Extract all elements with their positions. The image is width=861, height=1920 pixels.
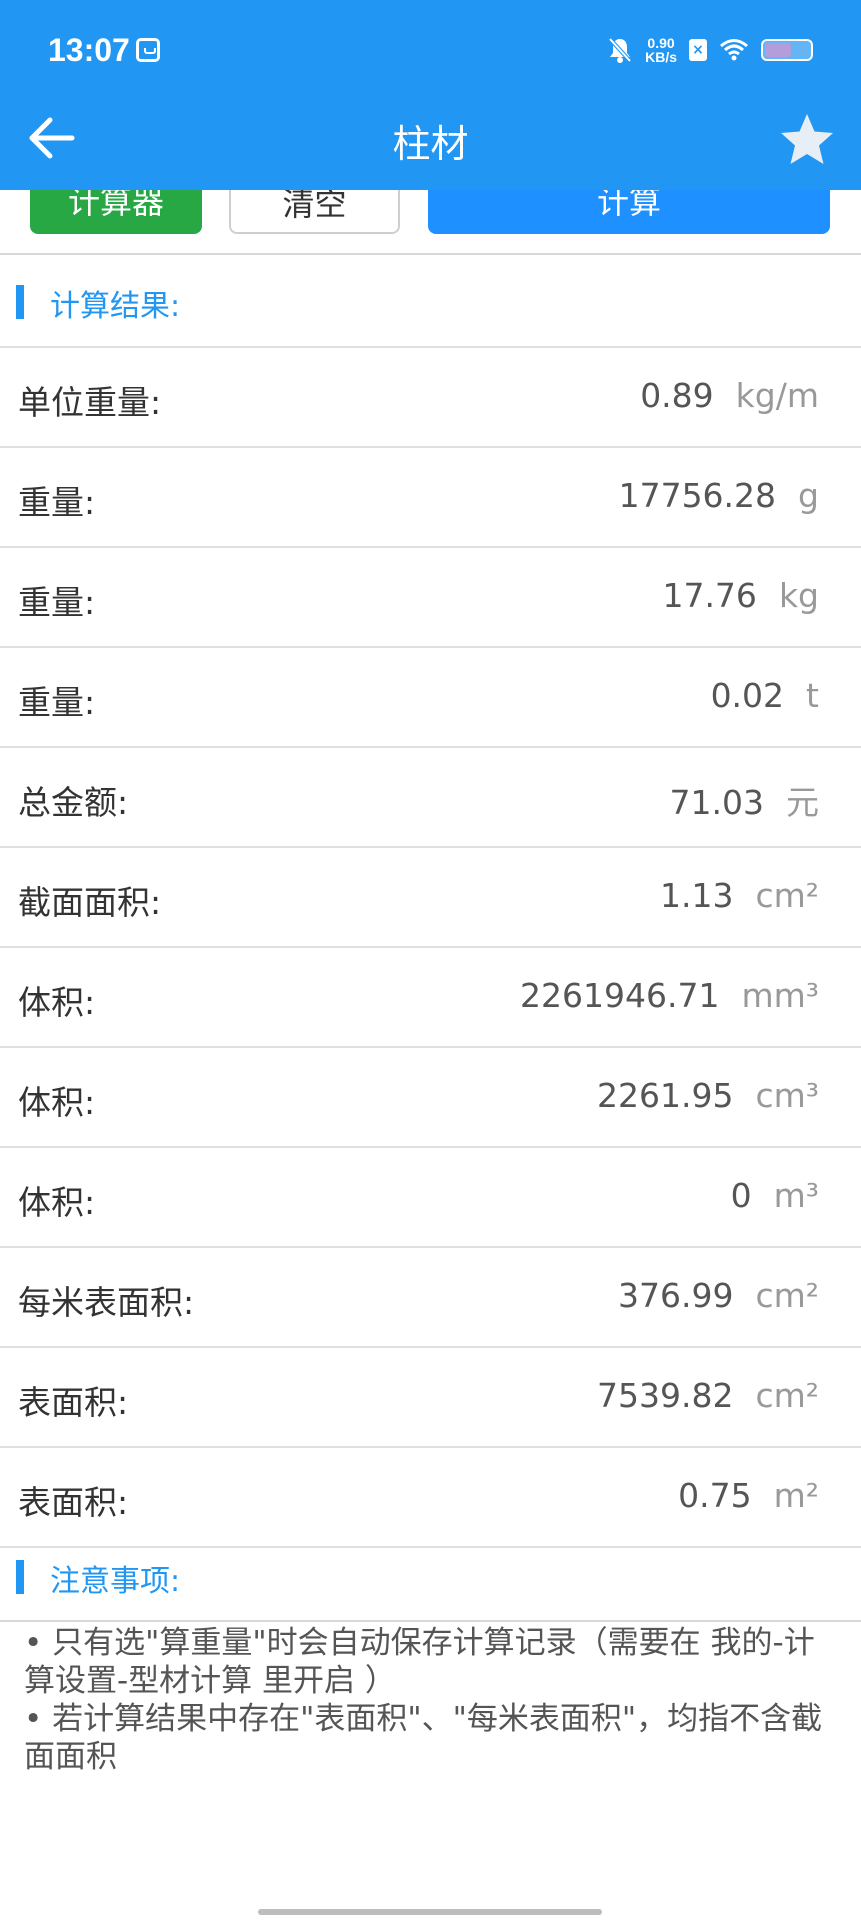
notes-header: 注意事项:: [0, 1530, 861, 1620]
note-item: • 若计算结果中存在"表面积"、"每米表面积"，均指不含截面面积: [24, 1701, 823, 1775]
result-value: 0.75: [678, 1476, 752, 1515]
result-value-group: 0.75 m²: [678, 1476, 819, 1515]
result-label: 表面积:: [18, 1383, 129, 1422]
net-speed-unit: KB/s: [645, 49, 677, 65]
result-label: 重量:: [18, 483, 96, 522]
divider: [0, 1620, 861, 1622]
result-row: 体积: 2261946.71 mm³: [0, 946, 861, 1046]
result-row: 单位重量: 0.89 kg/m: [0, 346, 861, 446]
result-unit: g: [798, 476, 819, 515]
home-indicator[interactable]: [258, 1909, 602, 1915]
battery-icon: [761, 39, 813, 61]
status-icons: 0.90 KB/s ×: [607, 30, 813, 70]
wifi-icon: [720, 39, 748, 61]
result-row: 体积: 2261.95 cm³: [0, 1046, 861, 1146]
result-value: 0.02: [710, 676, 785, 715]
result-value-group: 0.02 t: [711, 676, 819, 715]
net-speed: 0.90 KB/s: [645, 36, 677, 64]
net-speed-value: 0.90: [647, 35, 675, 51]
result-value-group: 376.99 cm²: [618, 1276, 819, 1315]
result-value: 7539.82: [597, 1376, 734, 1415]
section-marker: [16, 1560, 24, 1594]
result-label: 体积:: [18, 1183, 96, 1222]
result-row: 表面积: 7539.82 cm²: [0, 1346, 861, 1446]
result-label: 体积:: [18, 983, 96, 1022]
notification-app-icon: [136, 38, 160, 62]
result-value: 71.03: [669, 783, 764, 822]
star-icon[interactable]: [777, 110, 837, 170]
result-value-group: 7539.82 cm²: [597, 1376, 819, 1415]
battery-fill: [765, 43, 791, 57]
result-unit: m³: [773, 1176, 819, 1215]
result-unit: cm³: [755, 1076, 819, 1115]
result-value-group: 2261946.71 mm³: [520, 976, 819, 1015]
result-unit: cm²: [755, 876, 819, 915]
result-row: 重量: 17.76 kg: [0, 546, 861, 646]
sim-icon: ×: [689, 39, 707, 61]
notes-title: 注意事项:: [50, 1564, 181, 1599]
result-label: 截面面积:: [18, 883, 162, 922]
result-value: 2261.95: [597, 1076, 734, 1115]
result-value-group: 0.89 kg/m: [640, 376, 819, 415]
status-time: 13:07: [48, 32, 130, 68]
results-title: 计算结果:: [50, 289, 181, 324]
result-label: 总金额:: [18, 783, 129, 822]
result-unit: kg/m: [735, 376, 819, 415]
note-item: • 只有选"算重量"时会自动保存计算记录（需要在 我的-计算设置-型材计算 里开…: [24, 1625, 815, 1699]
result-value: 17756.28: [618, 476, 777, 515]
result-row: 总金额: 71.03 元: [0, 746, 861, 846]
result-unit: cm²: [755, 1376, 819, 1415]
result-value: 376.99: [618, 1276, 734, 1315]
page-title: 柱材: [392, 122, 469, 166]
result-row: 每米表面积: 376.99 cm²: [0, 1246, 861, 1346]
result-row: 截面面积: 1.13 cm²: [0, 846, 861, 946]
result-row: 体积: 0 m³: [0, 1146, 861, 1246]
result-row: 重量: 0.02 t: [0, 646, 861, 746]
result-value-group: 17756.28 g: [619, 476, 819, 515]
result-label: 体积:: [18, 1083, 96, 1122]
result-unit: m²: [773, 1476, 819, 1515]
result-unit: 元: [786, 783, 819, 822]
result-value: 2261946.71: [520, 976, 720, 1015]
app-bar: 13:07 0.90 KB/s × 柱材: [0, 0, 861, 190]
result-label: 重量:: [18, 683, 96, 722]
result-unit: t: [806, 676, 819, 715]
section-marker: [16, 285, 24, 319]
result-unit: cm²: [755, 1276, 819, 1315]
result-value: 0: [730, 1176, 752, 1215]
result-label: 单位重量:: [18, 383, 162, 422]
result-value-group: 1.13 cm²: [660, 876, 819, 915]
result-value-group: 17.76 kg: [662, 576, 819, 615]
result-value-group: 2261.95 cm³: [597, 1076, 819, 1115]
bell-off-icon: [608, 37, 632, 63]
result-value-group: 0 m³: [731, 1176, 819, 1215]
result-label: 每米表面积:: [18, 1283, 195, 1322]
result-label: 重量:: [18, 583, 96, 622]
result-unit: kg: [778, 576, 819, 615]
result-value: 17.76: [662, 576, 757, 615]
result-row: 重量: 17756.28 g: [0, 446, 861, 546]
result-value: 1.13: [659, 876, 734, 915]
results-list: 单位重量: 0.89 kg/m 重量: 17756.28 g 重量: 17.76 kg 重量: 0.…: [0, 346, 861, 1548]
result-value-group: 71.03 元: [670, 776, 819, 824]
results-header: 计算结果:: [0, 255, 861, 345]
result-label: 表面积:: [18, 1483, 129, 1522]
notes-content: • 只有选"算重量"时会自动保存计算记录（需要在 我的-计算设置-型材计算 里开…: [24, 1624, 839, 1776]
result-value: 0.89: [640, 376, 714, 415]
result-unit: mm³: [741, 976, 819, 1015]
